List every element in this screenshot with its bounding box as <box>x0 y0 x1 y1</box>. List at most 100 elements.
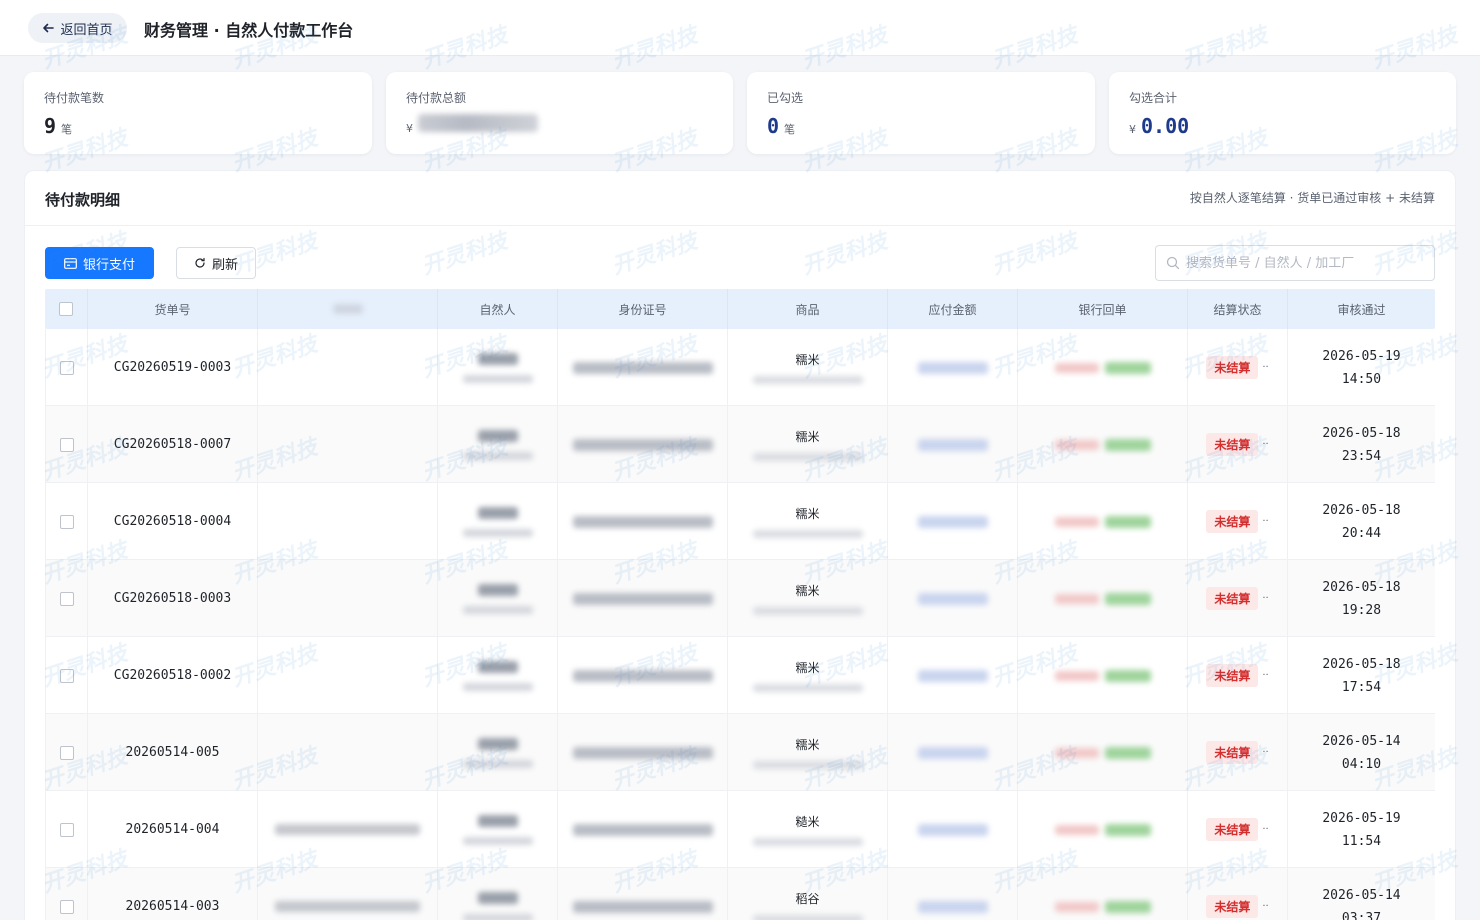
blurred-id <box>572 361 713 374</box>
row-checkbox-cell <box>45 406 88 483</box>
blurred-phone <box>462 913 533 920</box>
more-icon[interactable]: ·· <box>1262 516 1268 527</box>
approved-time-cell: 2026-05-19 14:50 <box>1288 329 1435 406</box>
blurred-phone <box>462 374 533 383</box>
blurred-name <box>477 506 518 519</box>
blurred-receipt <box>1054 362 1099 373</box>
approved-time-cell: 2026-05-19 11:54 <box>1288 791 1435 868</box>
currency-prefix: ¥ <box>1129 123 1136 136</box>
blurred-amount <box>917 823 988 836</box>
blurred-header <box>332 304 363 314</box>
blurred-receipt-action[interactable] <box>1104 746 1151 759</box>
row-checkbox[interactable] <box>59 668 74 683</box>
approved-time: 11:54 <box>1341 833 1382 849</box>
table-row[interactable]: CG20260518-0007 糯米 未结算 ·· 2026-05-18 23:54 <box>45 406 1435 483</box>
blurred-amount <box>917 438 988 451</box>
more-icon[interactable]: ·· <box>1262 439 1268 450</box>
goods-cell: 稻谷 <box>728 868 888 920</box>
row-checkbox[interactable] <box>59 745 74 760</box>
more-icon[interactable]: ·· <box>1262 747 1268 758</box>
more-icon[interactable]: ·· <box>1262 901 1268 912</box>
search-input[interactable] <box>1186 255 1426 271</box>
approved-time-cell: 2026-05-18 17:54 <box>1288 637 1435 714</box>
amount-cell <box>888 637 1018 714</box>
blurred-receipt <box>1054 824 1099 835</box>
blurred-phone <box>462 836 533 845</box>
row-checkbox[interactable] <box>59 899 74 914</box>
search-box[interactable] <box>1155 245 1435 281</box>
header-id-number: 身份证号 <box>558 289 728 329</box>
goods-name: 糯米 <box>795 507 820 521</box>
blurred-id <box>572 669 713 682</box>
blurred-id <box>572 592 713 605</box>
row-checkbox[interactable] <box>59 360 74 375</box>
blurred-receipt <box>1054 747 1099 758</box>
amount-cell <box>888 791 1018 868</box>
approved-time-cell: 2026-05-18 23:54 <box>1288 406 1435 483</box>
blurred-receipt-action[interactable] <box>1104 438 1151 451</box>
back-home-button[interactable]: 返回首页 <box>28 13 127 43</box>
approved-time: 19:28 <box>1341 602 1382 618</box>
blurred-name <box>477 660 518 673</box>
factory-cell <box>258 714 438 791</box>
arrow-left-icon <box>43 23 55 33</box>
blurred-receipt <box>1054 593 1099 604</box>
refresh-button[interactable]: 刷新 <box>176 247 256 279</box>
row-checkbox[interactable] <box>59 822 74 837</box>
blurred-receipt-action[interactable] <box>1104 361 1151 374</box>
blurred-receipt-action[interactable] <box>1104 900 1151 913</box>
more-icon[interactable]: ·· <box>1262 824 1268 835</box>
factory-cell <box>258 406 438 483</box>
goods-cell: 糯米 <box>728 483 888 560</box>
more-icon[interactable]: ·· <box>1262 593 1268 604</box>
table-row[interactable]: 20260514-003 稻谷 未结算 ·· 2026-05-14 03:37 <box>45 868 1435 920</box>
row-checkbox[interactable] <box>59 591 74 606</box>
stat-card-pending-total: 待付款总额 ¥ <box>386 72 733 154</box>
blurred-receipt-action[interactable] <box>1104 669 1151 682</box>
table-row[interactable]: CG20260518-0002 糯米 未结算 ·· 2026-05-18 17:54 <box>45 637 1435 714</box>
order-no: CG20260518-0004 <box>113 514 232 529</box>
blurred-goods-detail <box>752 761 863 769</box>
header-checkbox-cell <box>45 289 88 329</box>
back-home-label: 返回首页 <box>60 22 113 38</box>
more-icon[interactable]: ·· <box>1262 670 1268 681</box>
order-no: CG20260518-0002 <box>113 668 232 683</box>
table-row[interactable]: CG20260518-0003 糯米 未结算 ·· 2026-05-18 19:28 <box>45 560 1435 637</box>
table-row[interactable]: CG20260519-0003 糯米 未结算 ·· 2026-05-19 14:50 <box>45 329 1435 406</box>
stat-label: 勾选合计 <box>1129 91 1178 105</box>
goods-cell: 糯米 <box>728 637 888 714</box>
amount-cell <box>888 868 1018 920</box>
status-badge: 未结算 <box>1206 356 1259 379</box>
approved-date: 2026-05-19 <box>1322 810 1401 826</box>
blurred-receipt-action[interactable] <box>1104 515 1151 528</box>
table-header: 货单号 自然人 身份证号 商品 应付金额 银行回单 结算状态 审核通过 <box>45 289 1435 329</box>
blurred-phone <box>462 605 533 614</box>
blurred-receipt-action[interactable] <box>1104 823 1151 836</box>
person-cell <box>438 329 558 406</box>
blurred-id <box>572 900 713 913</box>
header-bank-receipt: 银行回单 <box>1018 289 1188 329</box>
blurred-id <box>572 515 713 528</box>
blurred-receipt-action[interactable] <box>1104 592 1151 605</box>
approved-date: 2026-05-18 <box>1322 579 1401 595</box>
id-number-cell <box>558 868 728 920</box>
approved-time: 23:54 <box>1341 448 1382 464</box>
status-cell: 未结算 ·· <box>1188 406 1288 483</box>
more-icon[interactable]: ·· <box>1262 362 1268 373</box>
row-checkbox[interactable] <box>59 514 74 529</box>
order-no-cell: CG20260518-0004 <box>88 483 258 560</box>
blurred-name <box>477 583 518 596</box>
person-cell <box>438 714 558 791</box>
row-checkbox[interactable] <box>59 437 74 452</box>
goods-name: 糯米 <box>795 584 820 598</box>
order-no-cell: 20260514-005 <box>88 714 258 791</box>
table-row[interactable]: 20260514-004 糙米 未结算 ·· 2026-05-19 11:54 <box>45 791 1435 868</box>
table-row[interactable]: 20260514-005 糯米 未结算 ·· 2026-05-14 04:10 <box>45 714 1435 791</box>
goods-cell: 糯米 <box>728 406 888 483</box>
select-all-checkbox[interactable] <box>59 302 73 316</box>
currency-prefix: ¥ <box>406 122 413 135</box>
status-badge: 未结算 <box>1206 895 1259 918</box>
bank-pay-button[interactable]: 银行支付 <box>45 247 154 279</box>
table-row[interactable]: CG20260518-0004 糯米 未结算 ·· 2026-05-18 20:44 <box>45 483 1435 560</box>
card-icon <box>64 257 77 269</box>
